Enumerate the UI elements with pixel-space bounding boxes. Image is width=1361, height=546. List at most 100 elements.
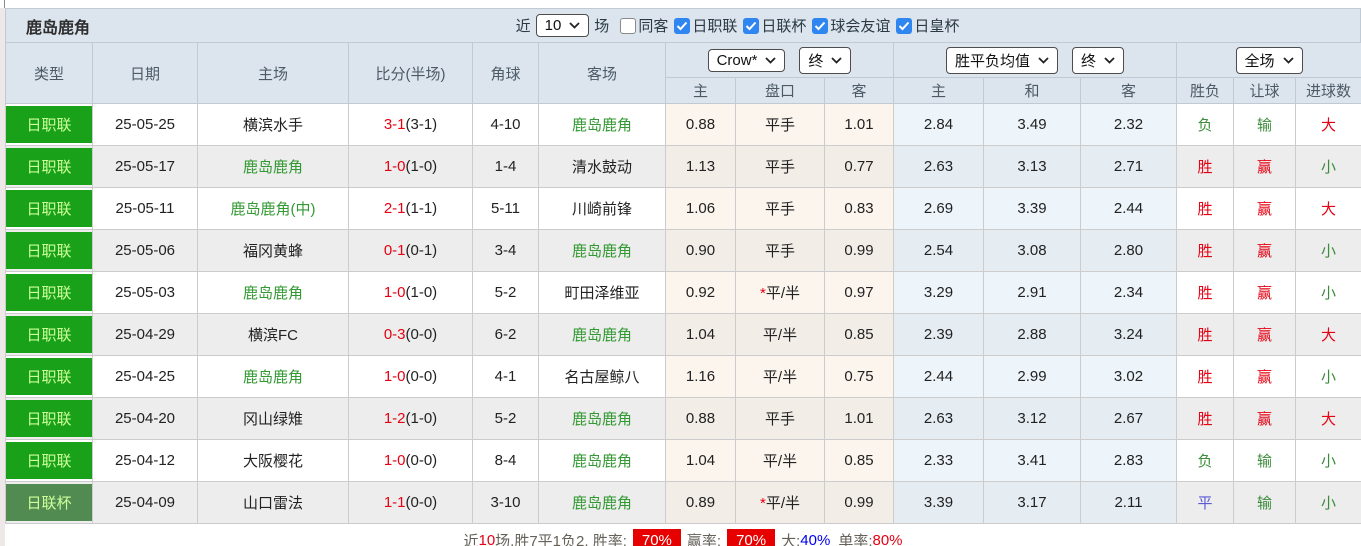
asian-home-odds-cell: 0.88 [665,397,736,440]
corner-score-cell: 5-2 [472,271,539,314]
asian-home-odds-cell: 1.04 [665,313,736,356]
col-header-type: 类型 [5,42,93,104]
goals-result-cell: 小 [1295,439,1361,482]
match-row: 日职联 25-05-11 鹿岛鹿角(中) 2-1(1-1) 5-11 川崎前锋 1.06 平手… [5,187,1361,230]
asian-handicap-cell: 平/半 [735,439,825,482]
col-header-date: 日期 [92,42,198,104]
asian-odds-group-header: Crow* 终 [664,42,895,78]
europe-odds-group-header: 胜平负均值 终 [893,42,1178,78]
match-date-cell: 25-05-25 [92,103,198,146]
filter-checkbox[interactable] [674,17,691,34]
wdl-result-cell: 负 [1176,103,1235,146]
handicap-result-cell: 赢 [1233,355,1297,398]
col-header-score: 比分(半场) [348,42,473,104]
table-header-row: 类型 日期 主场 比分(半场) 角球 客场 Crow* 终 胜平负均值 终 全场 [5,42,1361,104]
score-cell: 1-0(0-0) [348,439,473,482]
league-badge: 日职联 [6,106,92,143]
match-date-cell: 25-05-06 [92,229,198,272]
away-team-cell: 鹿岛鹿角 [538,481,666,524]
match-date-cell: 25-04-20 [92,397,198,440]
filter-item: 日职联 [674,15,737,36]
games-count-select[interactable]: 10 [535,14,590,37]
result-group-header: 全场 [1176,42,1361,78]
asian-away-odds-cell: 0.75 [823,355,895,398]
filter-label: 日联杯 [761,18,807,35]
handicap-rate-badge: 70% [727,528,776,546]
goals-result-cell: 大 [1295,187,1361,230]
goals-result-cell: 大 [1295,397,1361,440]
europe-away-odds-cell: 2.11 [1080,481,1178,524]
league-type-cell: 日职联 [5,103,93,146]
near-label: 近 [515,18,531,35]
corner-score-cell: 3-4 [472,229,539,272]
europe-draw-odds-cell: 3.39 [983,187,1082,230]
match-row: 日职联 25-05-25 横滨水手 3-1(3-1) 4-10 鹿岛鹿角 0.88 平手 1.0… [5,103,1361,146]
filter-checkbox[interactable] [620,17,637,34]
tick-mark [4,0,5,8]
league-badge: 日职联 [6,358,92,395]
europe-odds-select[interactable]: 胜平负均值 [946,46,1059,74]
select-value: Crow* [716,51,758,69]
asian-home-odds-cell: 1.06 [665,187,736,230]
asian-away-odds-cell: 1.01 [823,397,895,440]
chevron-down-icon [1038,56,1049,64]
asian-handicap-cell: *平/半 [735,271,825,314]
asian-away-odds-cell: 0.77 [823,145,895,188]
asian-home-odds-cell: 0.88 [665,103,736,146]
europe-away-odds-cell: 3.24 [1080,313,1178,356]
handicap-result-cell: 输 [1233,103,1297,146]
filter-checkbox[interactable] [743,17,760,34]
asian-home-odds-cell: 0.89 [665,481,736,524]
handicap-result-cell: 输 [1233,481,1297,524]
win-rate-badge: 70% [632,528,681,546]
league-badge: 日职联 [6,316,92,353]
wdl-result-cell: 胜 [1176,271,1235,314]
subheader-goals: 进球数 [1295,77,1361,104]
asian-handicap-cell: 平手 [735,397,825,440]
asian-handicap-cell: 平/半 [735,355,825,398]
asian-home-odds-cell: 1.16 [665,355,736,398]
filter-label: 球会友谊 [830,18,891,35]
footer-record-text: 场,胜7平1负2, 胜率: [495,532,627,546]
company-period-select[interactable]: 终 [799,46,852,74]
big-rate-label: 大: [781,532,801,546]
chevron-down-icon [1282,56,1294,64]
asian-away-odds-cell: 0.99 [823,481,895,524]
asian-home-odds-cell: 0.92 [665,271,736,314]
home-team-cell: 横滨水手 [197,103,349,146]
asian-home-odds-cell: 1.04 [665,439,736,482]
handicap-result-cell: 赢 [1233,229,1297,272]
select-value: 全场 [1244,52,1275,70]
match-date-cell: 25-04-09 [92,481,198,524]
wdl-result-cell: 胜 [1176,187,1235,230]
subheader-asian-home: 主 [665,77,736,104]
handicap-result-cell: 赢 [1233,145,1297,188]
europe-period-select[interactable]: 终 [1072,46,1125,74]
asian-away-odds-cell: 0.85 [823,439,895,482]
handicap-result-cell: 输 [1233,439,1297,482]
games-suffix-label: 场 [594,18,610,35]
league-type-cell: 日联杯 [5,481,93,524]
match-row: 日职联 25-04-29 横滨FC 0-3(0-0) 6-2 鹿岛鹿角 1.04 平/半 0.8… [5,313,1361,356]
home-team-cell: 鹿岛鹿角 [197,355,349,398]
europe-draw-odds-cell: 3.17 [983,481,1082,524]
europe-away-odds-cell: 2.32 [1080,103,1178,146]
filter-checkbox[interactable] [812,17,829,34]
league-type-cell: 日职联 [5,313,93,356]
col-header-home: 主场 [197,42,349,104]
odds-company-select[interactable]: Crow* [707,48,786,72]
subheader-asian-away: 客 [823,77,895,104]
filter-checkbox[interactable] [896,17,913,34]
match-date-cell: 25-04-25 [92,355,198,398]
europe-home-odds-cell: 3.29 [893,271,985,314]
home-team-cell: 山口雷法 [197,481,349,524]
scope-select[interactable]: 全场 [1235,46,1303,74]
home-team-cell: 大阪樱花 [197,439,349,482]
home-team-cell: 福冈黄蜂 [197,229,349,272]
handicap-result-cell: 赢 [1233,271,1297,314]
goals-result-cell: 小 [1295,229,1361,272]
away-team-cell: 鹿岛鹿角 [538,313,666,356]
match-date-cell: 25-04-29 [92,313,198,356]
score-cell: 0-3(0-0) [348,313,473,356]
goals-result-cell: 大 [1295,313,1361,356]
